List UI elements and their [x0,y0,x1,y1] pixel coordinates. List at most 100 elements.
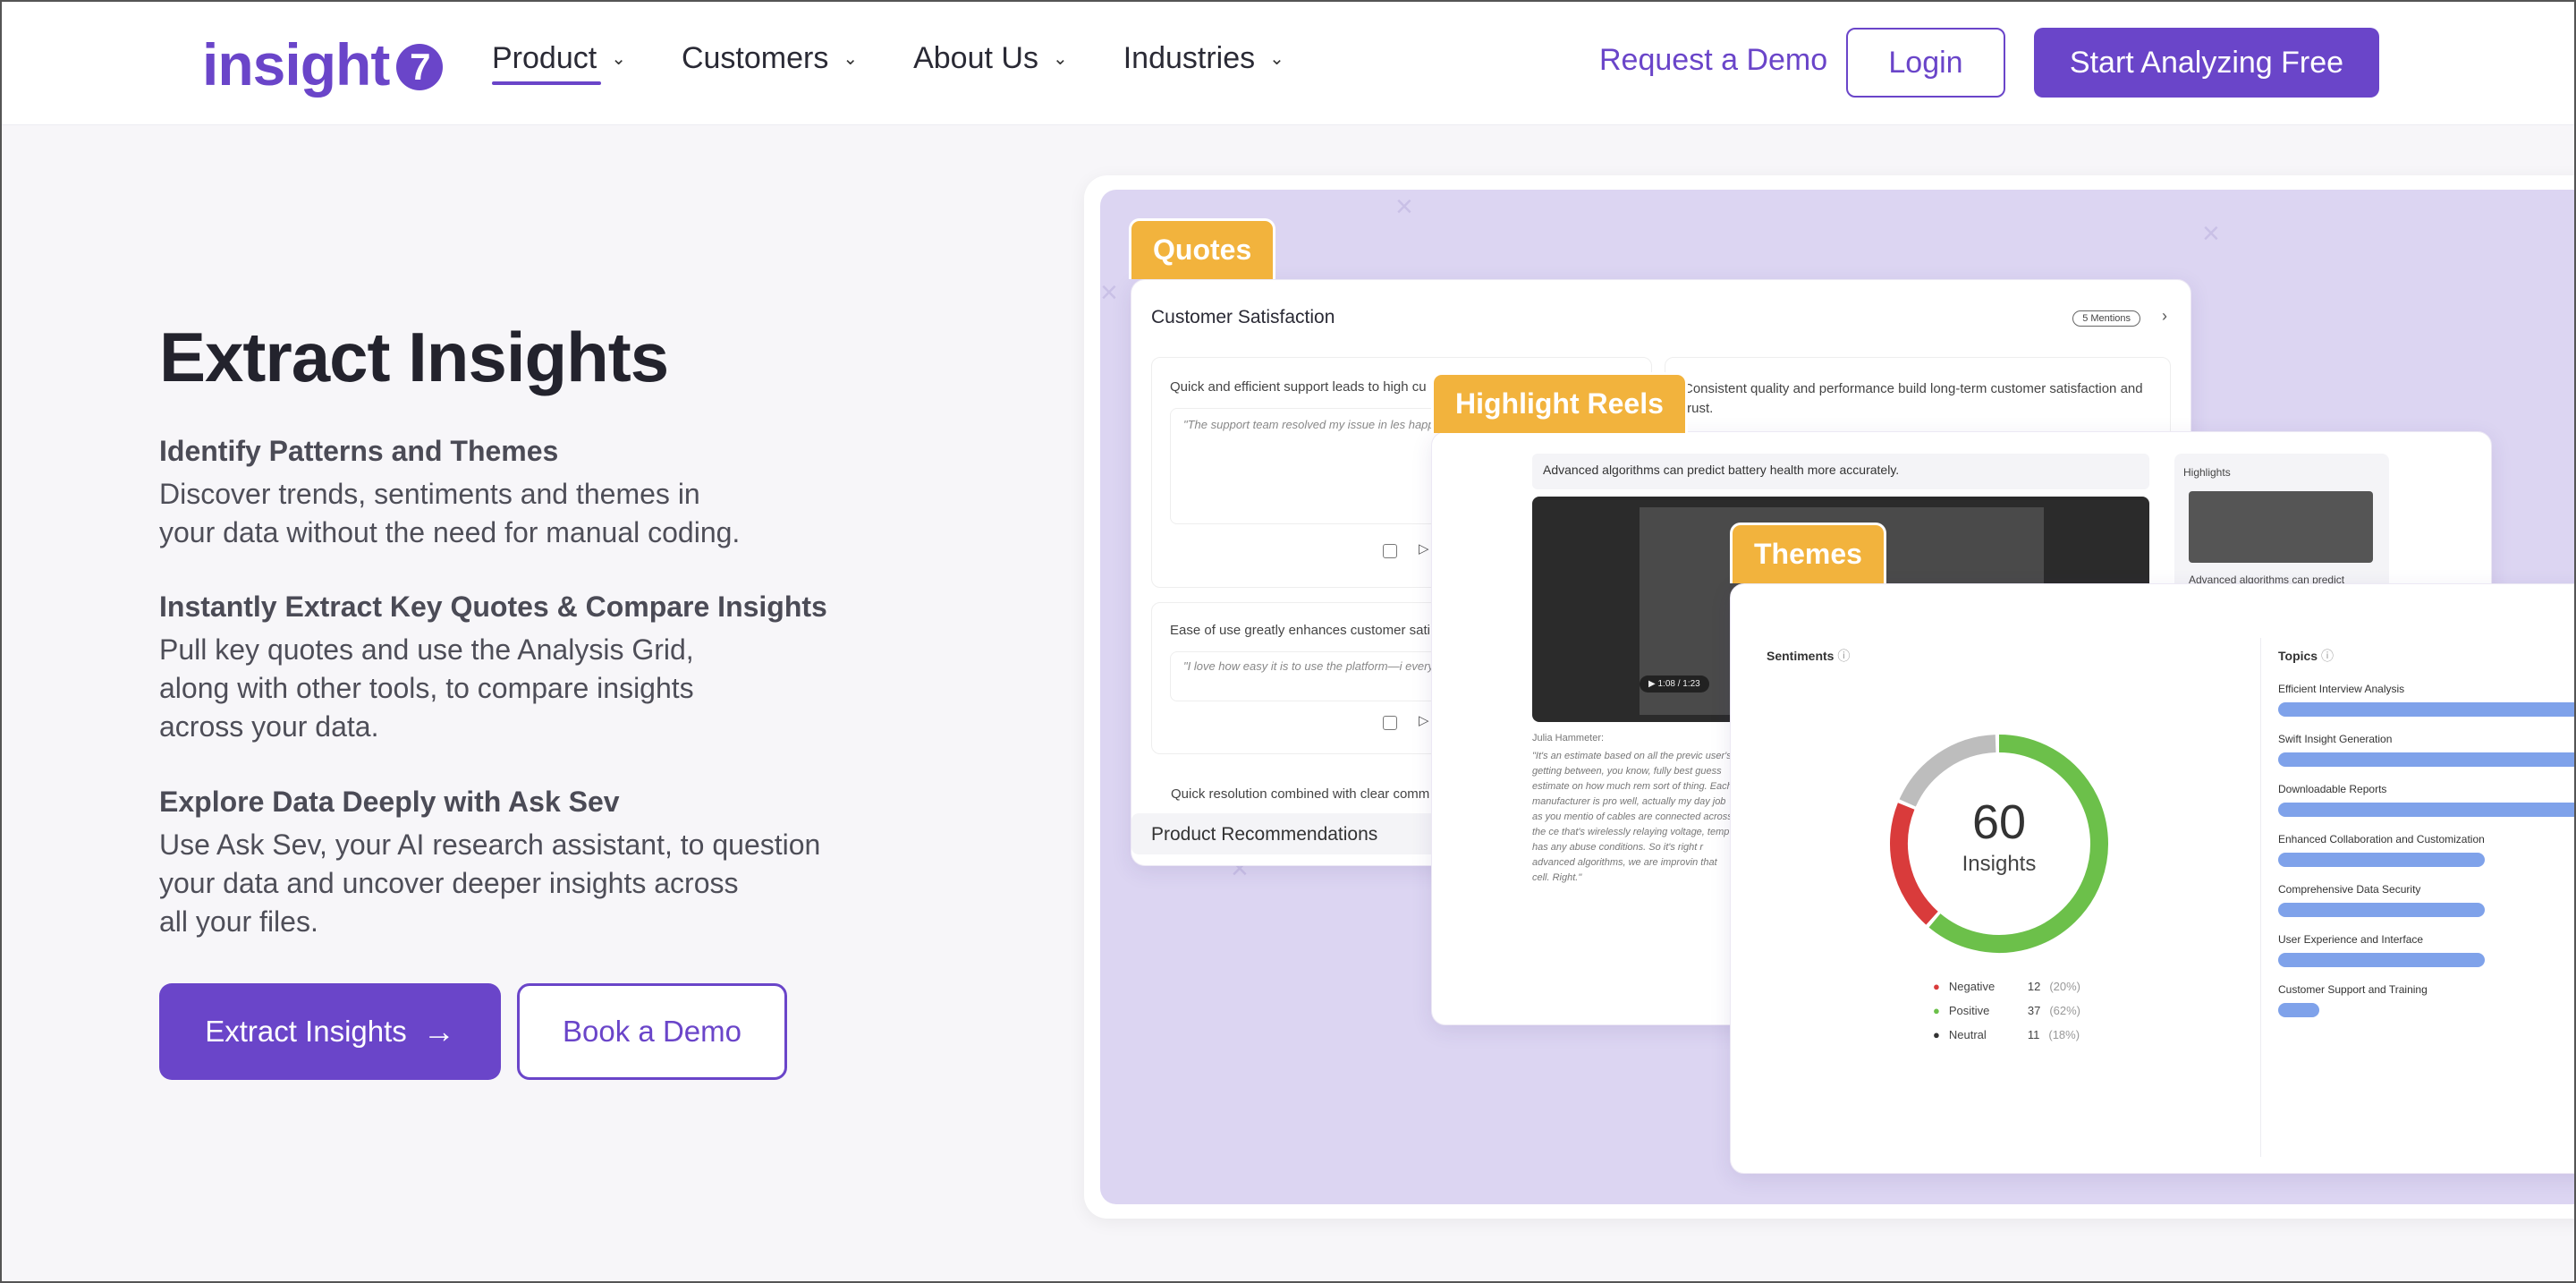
play-icon[interactable]: ▶ [1648,679,1656,689]
topic-bar [2278,1003,2320,1017]
topic-label: Swift Insight Generation [2278,733,2393,745]
donut-segment-neutral [1899,735,1996,807]
legend-label: Neutral [1948,1028,1987,1041]
legend-negative: ● Negative 12 (20%) [1933,980,2080,993]
topic-label: User Experience and Interface [2278,933,2424,946]
feature-body: Use Ask Sev, your AI research assistant,… [159,828,821,938]
topic-label: Comprehensive Data Security [2278,883,2421,896]
info-icon[interactable]: ⓘ [1837,649,1850,663]
themes-card: Sentiments ⓘ 60 Insights ● Negative 12 (… [1730,583,2574,1174]
book-demo-button[interactable]: Book a Demo [517,983,787,1080]
decor-x-icon: × [1100,276,1118,310]
video-controls[interactable]: ▶ 1:08 / 1:23 [1640,675,1709,692]
nav-product-label: Product [492,41,597,75]
brand-logo[interactable]: insight 7 [202,30,444,98]
topic-label: Downloadable Reports [2278,783,2387,795]
topic-label: Efficient Interview Analysis [2278,683,2405,695]
legend-count: 37 [2027,1004,2041,1017]
chevron-down-icon: ⌄ [1269,49,1284,69]
quotes-title: Customer Satisfaction [1151,307,1335,327]
legend-pct: (20%) [2049,980,2081,993]
info-icon[interactable]: ⓘ [2321,649,2334,663]
copy-icon[interactable] [1383,544,1397,558]
topic-bar [2278,853,2485,867]
legend-count: 12 [2027,980,2041,993]
topic-bar [2278,702,2574,717]
person-icon: ● [1933,1004,1940,1017]
copy-icon[interactable] [1383,716,1397,730]
topic-row[interactable]: Downloadable Reports [2278,783,2574,833]
login-button[interactable]: Login [1846,28,2005,98]
nav-product[interactable]: Product ⌄ [492,41,626,85]
topic-bar [2278,752,2574,767]
feature-quotes: Instantly Extract Key Quotes & Compare I… [159,591,857,746]
topic-row[interactable]: Swift Insight Generation [2278,733,2574,783]
sentiment-legend: ● Negative 12 (20%) ● Positive 37 (62%) … [1933,980,2080,1052]
hero-title: Extract Insights [159,318,669,396]
nav-industries-label: Industries [1123,41,1256,75]
quotes-tab[interactable]: Quotes [1129,218,1276,279]
quote-title: Consistent quality and performance build… [1683,381,2143,416]
topic-row[interactable]: Comprehensive Data Security [2278,883,2574,933]
sentiment-donut: 60 Insights [1890,735,2108,953]
themes-tab[interactable]: Themes [1730,523,1886,583]
donut-segment-negative [1890,803,1938,925]
legend-label: Negative [1948,980,1996,993]
topic-row[interactable]: Efficient Interview Analysis [2278,683,2574,733]
topic-label: Enhanced Collaboration and Customization [2278,833,2485,845]
arrow-right-icon: → [422,1013,455,1049]
chevron-down-icon: ⌄ [843,49,859,69]
person-icon: ● [1933,1028,1940,1041]
feature-patterns: Identify Patterns and Themes Discover tr… [159,435,857,552]
product-visual: × × × × Customer Satisfaction 5 Mentions… [1084,175,2574,1219]
topic-label: Customer Support and Training [2278,983,2428,996]
feature-body: Discover trends, sentiments and themes i… [159,478,741,548]
legend-positive: ● Positive 37 (62%) [1933,1004,2080,1017]
decor-x-icon: × [1395,190,1413,224]
extract-insights-button[interactable]: Extract Insights → [159,983,501,1080]
quote-title: Quick and efficient support leads to hig… [1170,379,1427,395]
play-icon[interactable]: ▷ [1419,712,1429,728]
mentions-badge[interactable]: 5 Mentions [2072,310,2140,327]
highlight-thumbnail[interactable] [2189,491,2373,563]
site-header: insight 7 Product ⌄ Customers ⌄ About Us… [2,2,2574,125]
topic-row[interactable]: Customer Support and Training [2278,983,2574,1033]
nav-customers[interactable]: Customers ⌄ [682,41,858,85]
sentiments-label: Sentiments ⓘ [1767,649,1851,663]
nav-industries[interactable]: Industries ⌄ [1123,41,1284,85]
legend-count: 11 [2027,1028,2040,1041]
play-icon[interactable]: ▷ [1419,540,1429,557]
chevron-down-icon: ⌄ [1052,49,1068,69]
feature-heading: Explore Data Deeply with Ask Sev [159,786,620,818]
quote-title: Quick resolution combined with clear com… [1171,786,1430,802]
legend-pct: (18%) [2048,1028,2080,1041]
topic-row[interactable]: User Experience and Interface [2278,933,2574,983]
topic-row[interactable]: Enhanced Collaboration and Customization [2278,833,2574,883]
feature-ask-sev: Explore Data Deeply with Ask Sev Use Ask… [159,786,857,941]
feature-heading: Identify Patterns and Themes [159,435,559,467]
feature-heading: Instantly Extract Key Quotes & Compare I… [159,591,827,623]
reel-caption: Advanced algorithms can predict battery … [1532,454,2149,489]
highlights-title: Highlights [2183,466,2231,479]
topic-bar [2278,953,2485,967]
person-icon: ● [1933,980,1940,993]
legend-neutral: ● Neutral 11 (18%) [1933,1028,2080,1041]
donut-label: Insights [1962,852,2037,876]
video-time: 1:08 / 1:23 [1657,679,1700,689]
chevron-right-icon[interactable]: › [2162,307,2167,326]
nav-customers-label: Customers [681,41,829,75]
highlight-reels-tab[interactable]: Highlight Reels [1431,372,1688,433]
request-demo-link[interactable]: Request a Demo [1599,43,1827,78]
feature-body: Pull key quotes and use the Analysis Gri… [159,633,694,743]
page: insight 7 Product ⌄ Customers ⌄ About Us… [0,0,2576,1283]
quote-title: Ease of use greatly enhances customer sa… [1170,623,1430,638]
start-analyzing-button[interactable]: Start Analyzing Free [2034,28,2379,98]
nav-about-us[interactable]: About Us ⌄ [913,41,1068,85]
speaker-name: Julia Hammeter: [1532,733,1605,743]
legend-label: Positive [1948,1004,1990,1017]
topic-bar [2278,903,2485,917]
topics-label: Topics ⓘ [2278,649,2334,663]
main-nav: Product ⌄ Customers ⌄ About Us ⌄ Industr… [492,41,1340,85]
chevron-down-icon: ⌄ [611,49,626,69]
logo-mark-icon: 7 [396,44,444,90]
